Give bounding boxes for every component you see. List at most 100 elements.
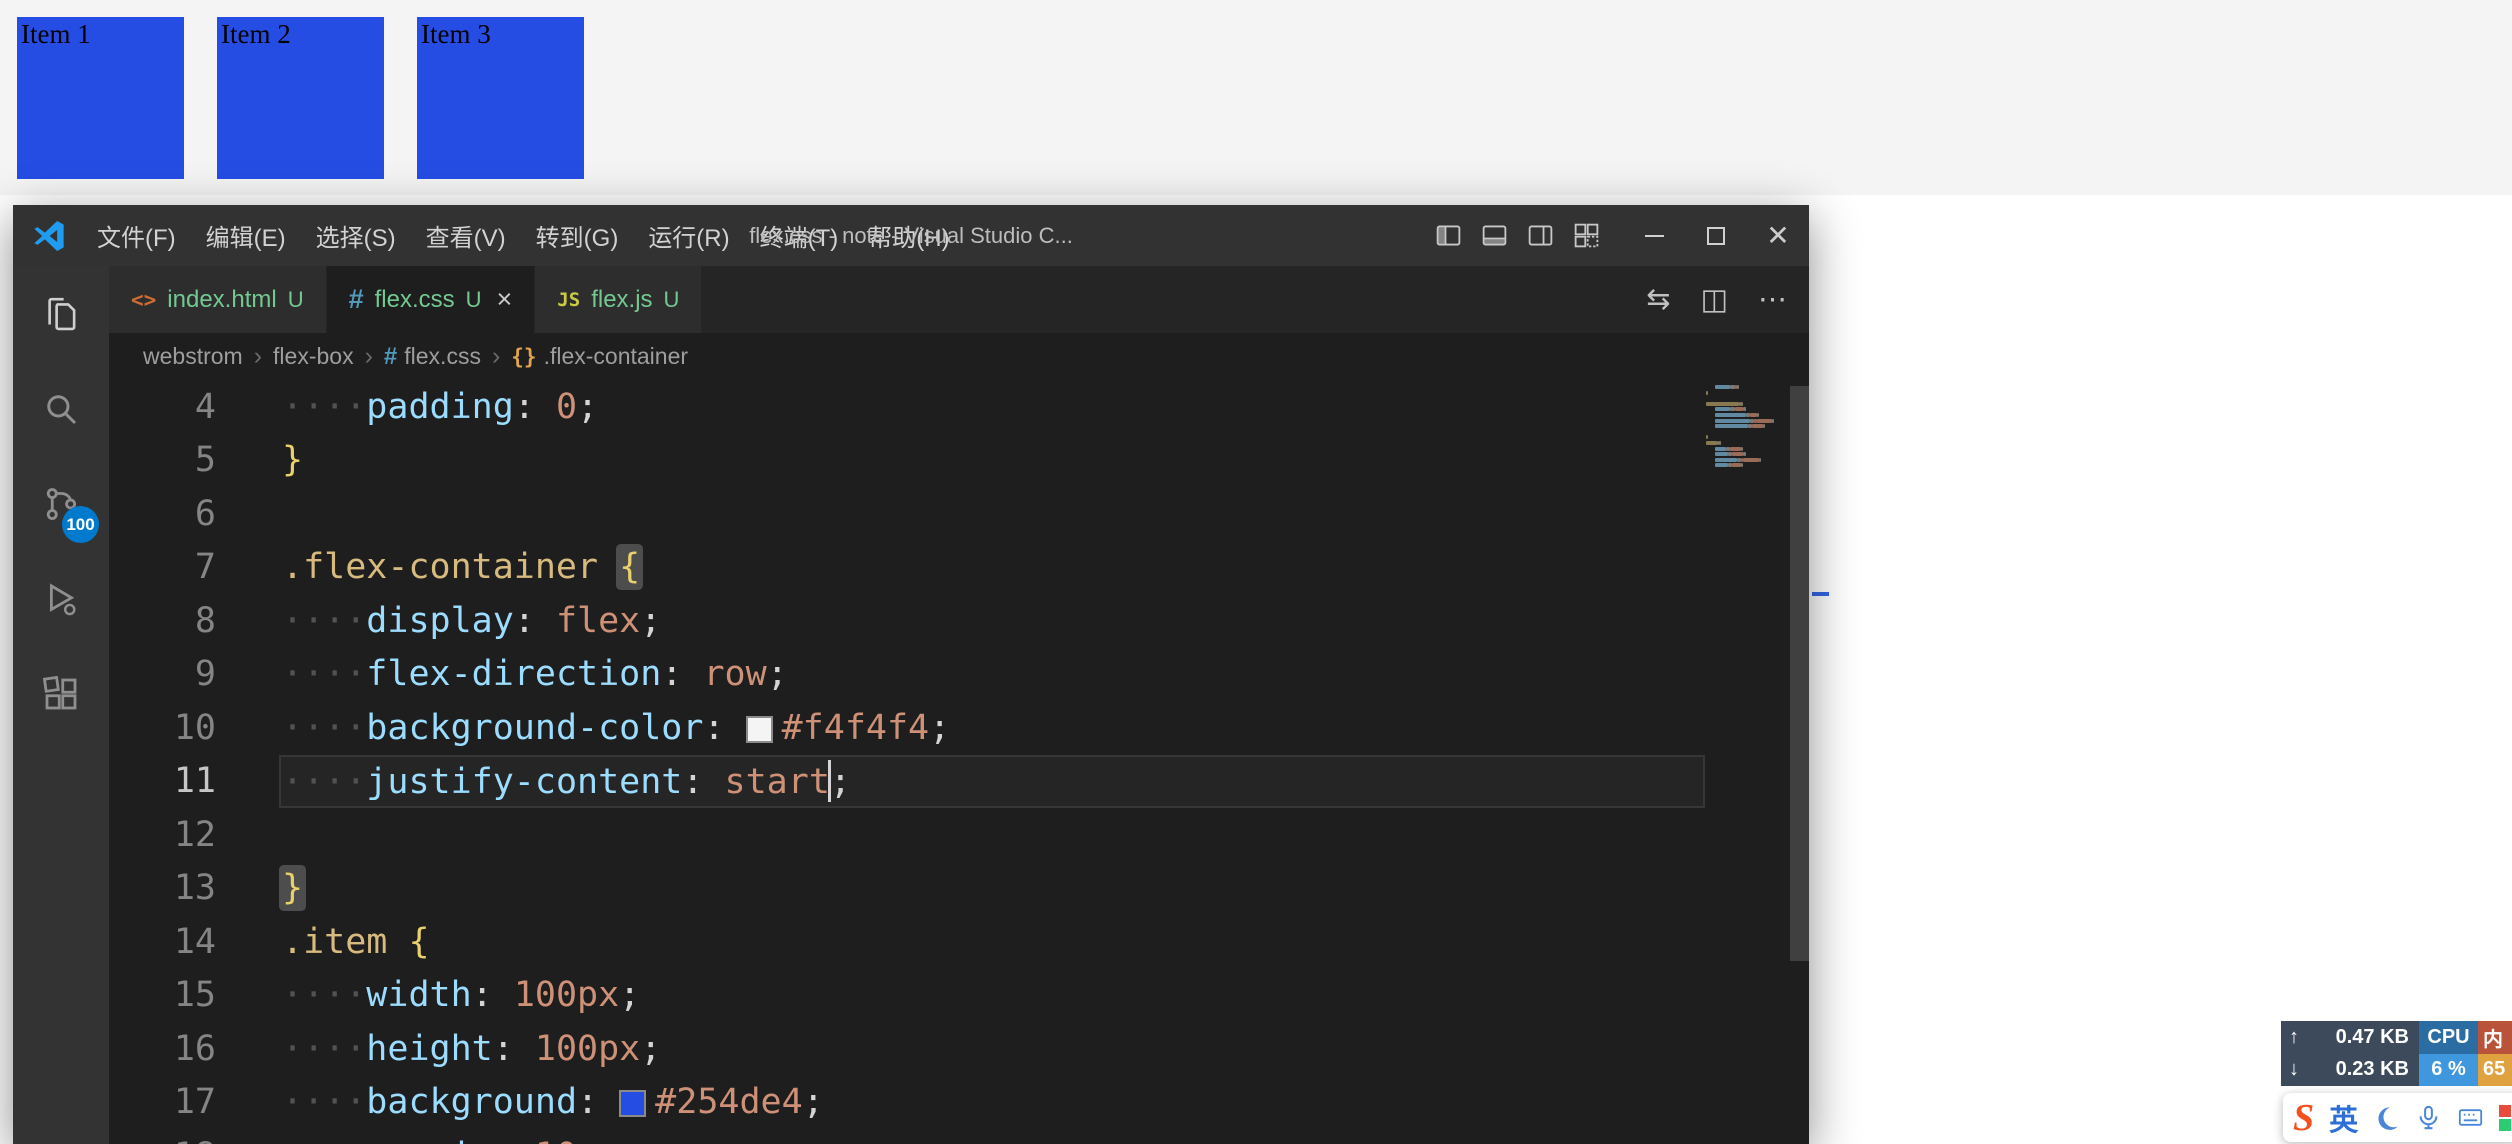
minimap-seg xyxy=(1730,447,1741,451)
token: ···· xyxy=(282,1082,366,1122)
halfwidth-moon-icon[interactable] xyxy=(2373,1104,2400,1131)
code-line[interactable]: 13} xyxy=(109,862,1809,916)
minimap-seg xyxy=(1715,424,1748,428)
minimap-seg xyxy=(1715,463,1728,467)
tab-flex.js[interactable]: JSflex.jsU xyxy=(535,266,702,333)
menu-item[interactable]: 转到(G) xyxy=(521,205,634,266)
toggle-primary-sidebar-icon[interactable] xyxy=(1425,205,1471,266)
activity-source-control-icon[interactable]: 100 xyxy=(13,456,109,551)
split-editor-icon[interactable]: ◫ xyxy=(1701,282,1728,317)
sogou-logo-icon[interactable]: S xyxy=(2293,1099,2314,1137)
menu-item[interactable]: 运行(R) xyxy=(633,205,744,266)
minimap-seg xyxy=(1715,458,1737,462)
minimap-seg xyxy=(1757,413,1759,417)
memory-label: 内 xyxy=(2478,1021,2512,1054)
more-actions-icon[interactable]: ⋯ xyxy=(1758,282,1787,317)
flex-item-3: Item 3 xyxy=(417,17,584,179)
editor-actions: ⇆ ◫ ⋯ xyxy=(1646,266,1809,333)
code-lines: 4····padding: 0;5}67.flex-container {8··… xyxy=(109,380,1809,1144)
close-button[interactable]: ✕ xyxy=(1747,205,1809,266)
open-changes-icon[interactable]: ⇆ xyxy=(1646,282,1670,317)
mic-icon[interactable] xyxy=(2415,1104,2442,1131)
token xyxy=(387,922,408,962)
token: : xyxy=(661,654,703,694)
code-line[interactable]: 6 xyxy=(109,487,1809,541)
line-number: 5 xyxy=(109,440,216,480)
minimap-seg xyxy=(1772,419,1774,423)
memory-value: 65 xyxy=(2478,1054,2512,1087)
breadcrumb-label: flex.css xyxy=(404,343,481,370)
vscode-window: 文件(F)编辑(E)选择(S)查看(V)转到(G)运行(R)终端(T)帮助(H)… xyxy=(13,205,1809,1144)
code-line[interactable]: 7.flex-container { xyxy=(109,541,1809,595)
minimap-seg xyxy=(1706,435,1708,439)
menu-item[interactable]: 编辑(E) xyxy=(191,205,301,266)
minimap-seg xyxy=(1715,385,1730,389)
toggle-panel-icon[interactable] xyxy=(1471,205,1517,266)
breadcrumb-item[interactable]: #flex.css xyxy=(384,343,481,371)
minimize-button[interactable] xyxy=(1623,205,1685,266)
color-swatch[interactable] xyxy=(746,716,773,743)
color-swatch[interactable] xyxy=(619,1090,646,1117)
code-line[interactable]: 4····padding: 0; xyxy=(109,380,1809,434)
code-line[interactable]: 8····display: flex; xyxy=(109,594,1809,648)
token: padding xyxy=(366,387,514,427)
tab-close-icon[interactable]: × xyxy=(497,284,513,315)
line-number: 6 xyxy=(109,494,216,534)
cpu-value: 6 % xyxy=(2419,1054,2478,1087)
activity-run-debug-icon[interactable] xyxy=(13,551,109,646)
download-value: 0.23 KB xyxy=(2336,1058,2409,1081)
menu-item[interactable]: 选择(S) xyxy=(301,205,411,266)
code-line[interactable]: 15····width: 100px; xyxy=(109,969,1809,1023)
toolbox-icon[interactable] xyxy=(2499,1105,2512,1131)
code-line[interactable]: 17····background: #254de4; xyxy=(109,1076,1809,1130)
tab-label: index.html xyxy=(167,286,276,314)
token: display xyxy=(366,601,514,641)
token: 10px xyxy=(535,1136,619,1144)
tab-index.html[interactable]: <>index.htmlU xyxy=(109,266,327,333)
token: ; xyxy=(929,708,950,748)
customize-layout-icon[interactable] xyxy=(1563,205,1609,266)
ime-toolbar[interactable]: S 英 xyxy=(2283,1093,2512,1142)
code-line[interactable]: 16····height: 100px; xyxy=(109,1022,1809,1076)
token: margin xyxy=(366,1136,492,1144)
code-line[interactable]: 12 xyxy=(109,808,1809,862)
tab-flex.css[interactable]: #flex.cssU× xyxy=(327,266,536,333)
network-monitor-widget[interactable]: ↑ 0.47 KB CPU 内 ↓ 0.23 KB 6 % 65 xyxy=(2281,1021,2512,1086)
keyboard-icon[interactable] xyxy=(2457,1104,2484,1131)
toggle-secondary-sidebar-icon[interactable] xyxy=(1517,205,1563,266)
token: ···· xyxy=(282,762,366,802)
code-line[interactable]: 5} xyxy=(109,434,1809,488)
activity-search-icon[interactable] xyxy=(13,361,109,456)
minimap-seg xyxy=(1715,407,1730,411)
line-number: 14 xyxy=(109,922,216,962)
activity-explorer-icon[interactable] xyxy=(13,266,109,361)
breadcrumb-item[interactable]: flex-box xyxy=(273,343,354,370)
minimap-seg xyxy=(1719,441,1721,445)
code-text: ····background-color: #f4f4f4; xyxy=(216,708,950,748)
ruleset-icon: {} xyxy=(511,345,536,369)
code-line[interactable]: 10····background-color: #f4f4f4; xyxy=(109,701,1809,755)
activity-extensions-icon[interactable] xyxy=(13,646,109,741)
token: .flex-container xyxy=(282,547,598,587)
code-line[interactable]: 14.item { xyxy=(109,915,1809,969)
ime-language-mode[interactable]: 英 xyxy=(2329,1097,2358,1139)
token: background xyxy=(366,1082,577,1122)
minimap-seg xyxy=(1730,385,1734,389)
code-line[interactable]: 9····flex-direction: row; xyxy=(109,648,1809,702)
minimap[interactable] xyxy=(1706,385,1801,469)
line-number: 11 xyxy=(109,761,216,801)
breadcrumb-item[interactable]: webstrom xyxy=(143,343,243,370)
minimap-seg xyxy=(1706,385,1715,389)
menu-item[interactable]: 查看(V) xyxy=(411,205,521,266)
code-line[interactable]: 11····justify-content: start; xyxy=(109,755,1809,809)
token: ; xyxy=(803,1082,824,1122)
menu-item[interactable]: 文件(F) xyxy=(82,205,191,266)
breadcrumb-item[interactable]: {}.flex-container xyxy=(511,343,688,370)
code-text: } xyxy=(216,868,303,908)
maximize-button[interactable] xyxy=(1685,205,1747,266)
code-line[interactable]: 18····margin: 10px; xyxy=(109,1129,1809,1144)
minimap-seg xyxy=(1706,458,1715,462)
token: { xyxy=(408,922,429,962)
minimap-seg xyxy=(1706,447,1715,451)
scrollbar-thumb[interactable] xyxy=(1790,386,1809,961)
